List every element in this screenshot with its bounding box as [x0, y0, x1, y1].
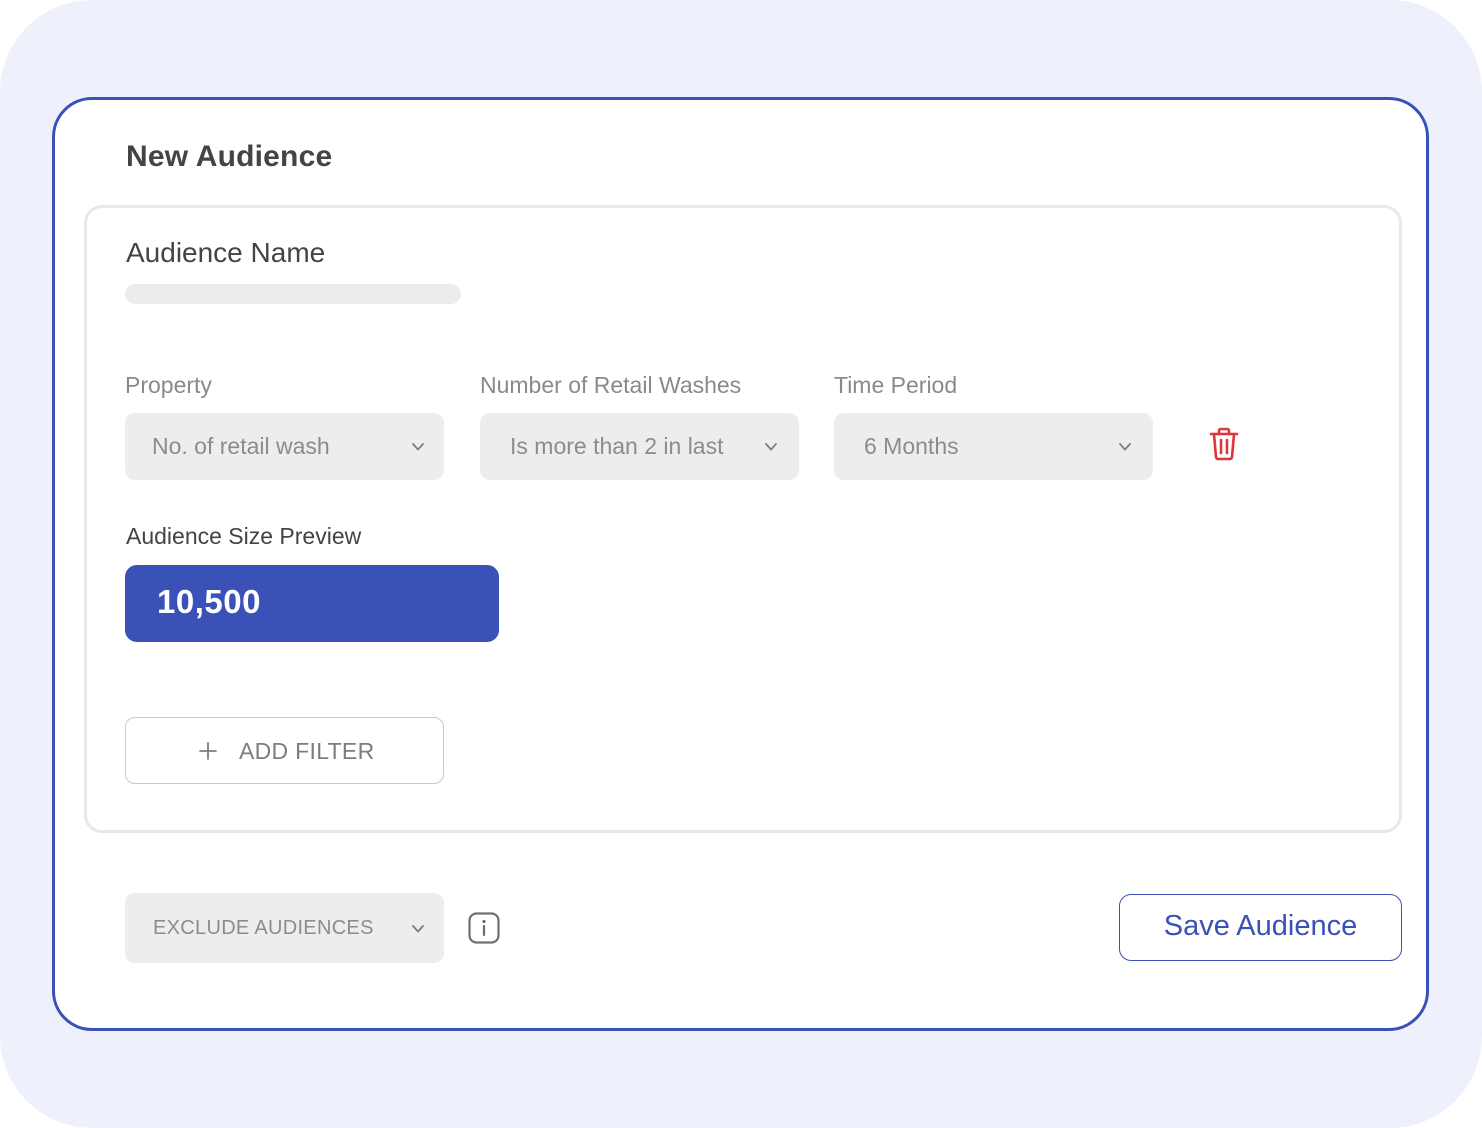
property-label: Property	[125, 372, 212, 398]
exclude-audiences-select[interactable]: EXCLUDE AUDIENCES	[125, 893, 444, 963]
plus-icon	[199, 742, 217, 760]
property-select[interactable]: No. of retail wash	[125, 413, 444, 480]
info-icon[interactable]	[468, 912, 500, 944]
chevron-down-icon	[765, 443, 777, 451]
add-filter-button[interactable]: ADD FILTER	[125, 717, 444, 784]
chevron-down-icon	[412, 925, 424, 933]
audience-name-label: Audience Name	[126, 237, 326, 268]
property-select-value: No. of retail wash	[152, 433, 330, 459]
trash-icon[interactable]	[1208, 427, 1240, 461]
page-title: New Audience	[126, 140, 333, 173]
audience-size-preview: 10,500	[125, 565, 499, 642]
audience-size-value: 10,500	[157, 583, 261, 620]
condition-label: Number of Retail Washes	[480, 372, 742, 398]
time-period-label: Time Period	[834, 372, 958, 398]
chevron-down-icon	[412, 443, 424, 451]
time-period-select-value: 6 Months	[864, 433, 959, 459]
condition-select-value: Is more than 2 in last	[510, 433, 724, 459]
save-audience-button[interactable]: Save Audience	[1119, 894, 1402, 961]
condition-select[interactable]: Is more than 2 in last	[480, 413, 799, 480]
time-period-select[interactable]: 6 Months	[834, 413, 1153, 480]
add-filter-label: ADD FILTER	[239, 738, 375, 764]
audience-size-preview-label: Audience Size Preview	[126, 523, 362, 549]
save-audience-label: Save Audience	[1163, 910, 1358, 942]
chevron-down-icon	[1119, 443, 1131, 451]
audience-name-input[interactable]	[125, 284, 461, 304]
exclude-audiences-label: EXCLUDE AUDIENCES	[153, 917, 374, 939]
